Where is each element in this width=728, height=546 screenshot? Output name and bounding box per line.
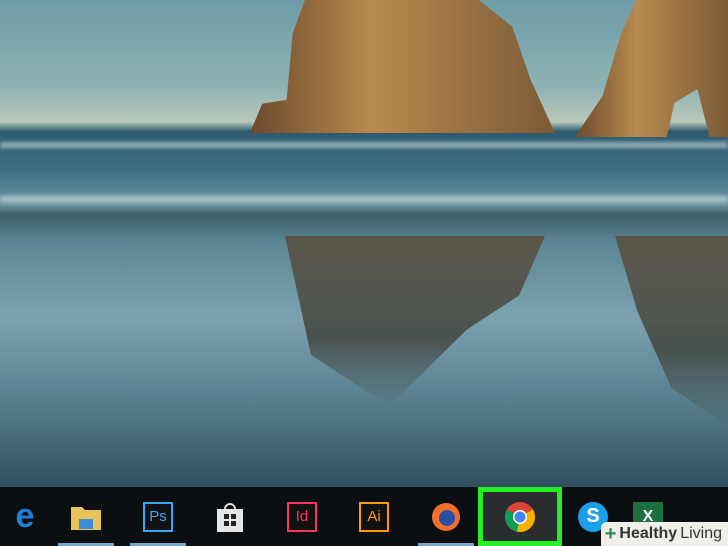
arch-reflection bbox=[615, 236, 728, 426]
taskbar-illustrator[interactable]: Ai bbox=[338, 487, 410, 546]
firefox-icon bbox=[432, 502, 460, 531]
wave bbox=[0, 142, 728, 148]
desktop-wallpaper bbox=[0, 0, 728, 487]
folder-icon bbox=[71, 506, 101, 530]
edge-icon: e bbox=[15, 497, 35, 535]
chrome-icon bbox=[504, 501, 535, 532]
indesign-icon: Id bbox=[287, 501, 317, 532]
photoshop-icon: Ps bbox=[143, 501, 173, 532]
illustrator-icon: Ai bbox=[359, 501, 389, 532]
taskbar-store[interactable] bbox=[194, 487, 266, 546]
watermark-bold: Healthy bbox=[619, 525, 678, 542]
wave bbox=[0, 196, 728, 202]
rock-reflection bbox=[285, 236, 545, 406]
taskbar-chrome[interactable] bbox=[478, 487, 562, 546]
taskbar-edge[interactable]: e bbox=[0, 487, 50, 546]
rock-arch bbox=[575, 0, 728, 137]
store-icon bbox=[217, 502, 243, 532]
taskbar-indesign[interactable]: Id bbox=[266, 487, 338, 546]
plus-icon: + bbox=[604, 523, 617, 545]
watermark: + Healthy Living bbox=[600, 522, 728, 546]
taskbar-firefox[interactable] bbox=[410, 487, 482, 546]
taskbar-photoshop[interactable]: Ps bbox=[122, 487, 194, 546]
watermark-light: Living bbox=[680, 525, 722, 542]
rock-formation bbox=[250, 0, 555, 133]
taskbar-file-explorer[interactable] bbox=[50, 487, 122, 546]
